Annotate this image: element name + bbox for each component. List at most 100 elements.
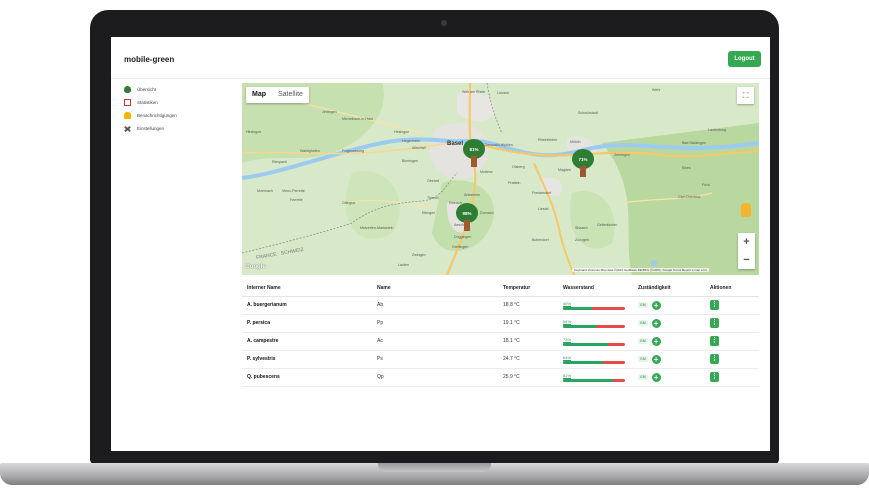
cell-water: 64% [558,350,633,369]
table-header-row: Interner Name Name Temperatur Wasserstan… [242,281,759,297]
fullscreen-icon[interactable]: ⛶ [737,87,754,104]
column-header: Name [372,281,498,297]
map-label: Therwil [427,196,439,200]
map-attribution[interactable]: Keyboard shortcuts Map data ©2024 GeoBas… [572,268,710,272]
tree-trunk [471,156,477,167]
map[interactable]: Waldighofen Folgensbourg Hésingue Jettin… [242,83,759,275]
sidebar: Übersicht Statistiken Benachrichtigungen… [124,84,234,136]
cell-responsibility: GM + [633,314,705,333]
screen: mobile-green Logout Übersicht Statistike… [111,37,770,451]
add-responsible-button[interactable]: + [651,336,661,346]
logout-button[interactable]: Logout [728,51,761,67]
add-responsible-button[interactable]: + [651,354,661,364]
zoom-control: + − [738,233,755,269]
map-label: Hésingue [394,130,410,134]
water-bar [563,306,625,310]
map-label: Magden [558,168,571,172]
cell-responsibility: GM + [633,350,705,369]
water-percent: 81% [563,372,572,378]
sidebar-item-statistics[interactable]: Statistiken [124,97,234,107]
map-label: Hegenheim [402,139,421,143]
cell-temperature: 19.1 °C [498,314,558,333]
water-bar [563,342,625,346]
column-header: Temperatur [498,281,558,297]
sidebar-item-overview[interactable]: Übersicht [124,84,234,94]
pegman-icon[interactable] [741,203,751,217]
zoom-out-button[interactable]: − [738,251,755,269]
sidebar-item-label: Übersicht [137,86,157,92]
responsible-badge: GM [638,338,648,344]
tree-marker[interactable]: 71% [572,149,594,177]
column-header: Wasserstand [558,281,633,297]
map-label: Laufen [398,263,409,267]
cell-responsibility: GM + [633,296,705,315]
cell-water: 73% [558,332,633,351]
table-row[interactable]: P. sylvestris Ps 24.7 °C 64% GM + ⋮ [242,350,759,369]
cell-intern-name: Q. pubescens [242,368,372,387]
water-level: 46% [563,301,625,310]
map-label: Pratteln [508,181,521,185]
cell-intern-name: P. persica [242,314,372,333]
tree-table: Interner Name Name Temperatur Wasserstan… [242,281,759,387]
table-row[interactable]: A. buergerianum Ab 18.8 °C 46% GM + ⋮ [242,296,759,315]
responsible-badge: GM [638,320,648,326]
row-actions-button[interactable]: ⋮ [710,300,719,310]
map-label: Lörrach [497,91,510,95]
sidebar-item-settings[interactable]: Einstellungen [124,123,234,133]
row-actions-button[interactable]: ⋮ [710,354,719,364]
water-level: 64% [563,355,625,364]
map-label: Frenkendorf [532,191,552,195]
map-type-satellite[interactable]: Satellite [272,87,309,103]
cell-actions: ⋮ [705,296,759,315]
water-level: 54% [563,319,625,328]
map-label: Oberwil [427,179,440,183]
zoom-in-button[interactable]: + [738,233,755,251]
add-responsible-button[interactable]: + [651,300,661,310]
map-label: Bad Säckingen [682,141,707,145]
map-label: Ettingen [422,211,436,215]
map-type-control: Map Satellite [246,87,309,103]
add-responsible-button[interactable]: + [651,318,661,328]
map-label: Grenzach-Wyhlen [484,143,513,147]
sidebar-item-notifications[interactable]: Benachrichtigungen [124,110,234,120]
tree-marker[interactable]: 81% [463,139,485,167]
map-type-map[interactable]: Map [246,87,272,103]
map-label: Rheinfelden [538,138,558,142]
add-responsible-button[interactable]: + [651,372,661,382]
top-bar: mobile-green Logout [111,37,770,79]
chart-icon [124,98,131,106]
map-label: Riespach [272,160,287,164]
water-percent: 64% [563,354,572,360]
map-label: Folgensbourg [342,149,364,153]
map-label: Sissach [575,226,588,230]
cell-actions: ⋮ [705,368,759,387]
water-bar-fill [563,360,603,364]
tree-marker[interactable]: 98% [456,203,478,231]
camera [441,20,447,26]
cell-intern-name: A. buergerianum [242,296,372,315]
cell-name: Ab [372,296,498,315]
map-label: Gipf-Oberfrick [678,195,701,199]
cell-actions: ⋮ [705,350,759,369]
water-percent: 46% [563,300,572,306]
map-label: Eiken [682,166,691,170]
tree-trunk [580,166,586,177]
map-label: Wehr [652,88,661,92]
map-label: Dornach [480,211,494,215]
row-actions-button[interactable]: ⋮ [710,336,719,346]
table-row[interactable]: P. persica Pp 19.1 °C 54% GM + ⋮ [242,314,759,333]
map-label: Ferrette [290,198,303,202]
table-row[interactable]: Q. pubescens Qp 25.9 °C 81% GM + ⋮ [242,368,759,387]
row-actions-button[interactable]: ⋮ [710,318,719,328]
table-row[interactable]: A. campestre Ac 18.1 °C 73% GM + ⋮ [242,332,759,351]
bell-icon [124,111,131,119]
map-label: Waldighofen [300,149,320,153]
map-label: Metzerlen-Mariastein [360,226,394,230]
responsible-badge: GM [638,302,648,308]
map-label: Jettingen [322,110,337,114]
cell-responsibility: GM + [633,368,705,387]
map-label: Schwörstadt [578,111,598,115]
water-bar-fill [563,342,609,346]
row-actions-button[interactable]: ⋮ [710,372,719,382]
column-header: Interner Name [242,281,372,297]
